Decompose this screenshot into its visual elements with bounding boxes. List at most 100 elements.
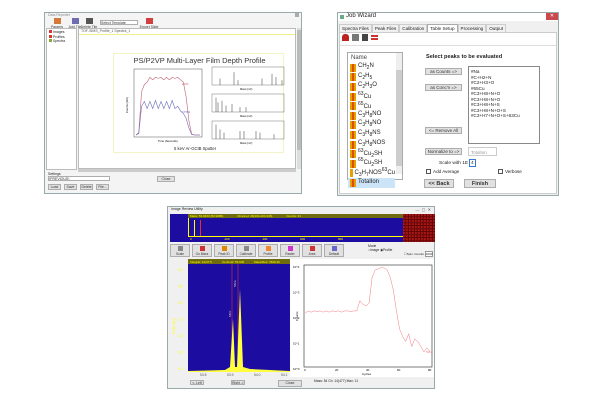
remove-all-button[interactable]: <= Remove All [425,127,462,134]
peak-icon [350,92,356,101]
profile-line [304,267,431,353]
scale-field[interactable]: 4 [469,159,476,167]
window-title: Image Review Utility [171,207,203,211]
overview-marker[interactable] [200,220,201,236]
close-button[interactable]: Close [157,176,175,182]
sort-icon[interactable] [371,35,378,40]
settings-select[interactable]: (PREVIOUS) [48,176,110,181]
x-tick: 0 [190,237,192,241]
eraser-icon[interactable] [342,34,349,41]
y-axis-label: Counts (x10) [125,97,129,113]
finish-button[interactable]: Finish [464,179,496,188]
toolbar-calibrate-button[interactable]: Calibrate [236,244,256,257]
peak-label: 54Fe [233,280,237,287]
close-button[interactable]: Close [278,380,302,387]
tree-item-spectra[interactable]: Spectra [49,39,74,43]
peak-icon [350,82,356,91]
as-counts-button[interactable]: as Counts => [425,68,462,75]
x-tick: 600 [300,237,306,241]
normalize-field[interactable]: TotalIon [468,147,497,156]
list-item[interactable]: C2H3OC2H3O [348,82,395,92]
x-tick: 60 [397,368,401,372]
peak-icon [350,140,356,149]
mode-radio-profile[interactable]: ◉Profile [380,248,392,252]
tab-output[interactable]: Output [486,24,507,32]
template-select[interactable]: Select Template [100,20,138,25]
y-tick: 1.0 [178,334,183,338]
spectrum-chart[interactable]: Integral: 14(477) Centroid: 53.936 Mass/Re… [170,259,290,377]
file-button[interactable]: File... [96,184,109,190]
verbose-checkbox[interactable]: Verbose [498,169,522,174]
selected-peaks-box[interactable]: #Na #C+H2+N #C2+H3+O #65Cu #C3+H8+N+O #C3+H8+… [468,66,540,144]
x-axis-label: Cycles [362,372,372,376]
overview-peak [194,220,195,236]
toolbar-icon [243,246,249,251]
add-average-checkbox[interactable]: Add Average [426,169,459,174]
image-review-window: Image Review Utility — ▢ ✕ Mass: 53.9463… [167,206,435,389]
series-line-blue [135,99,200,136]
toolbar-raster-button[interactable]: Raster [280,244,300,257]
scrollbar-horizontal[interactable] [78,169,296,172]
mini-frame [211,93,285,113]
toolbar-default-button[interactable]: Default [324,244,344,257]
close-icon[interactable] [295,13,299,17]
tab-table-setup[interactable]: Table Setup [427,24,458,32]
right-button[interactable]: Right -> [231,380,245,385]
x-tick: 53.9 [227,373,234,377]
list-header[interactable]: Name [348,53,402,63]
peak-list[interactable]: Name CH2NCH2NC2H5C2H5C2H3OC2H3O63Cu63Cu6… [347,52,403,188]
toolbar-peak-id-button[interactable]: Peak ID [214,244,234,257]
peak-icon [350,73,356,82]
normalize-button[interactable]: Normalize to => [425,148,462,155]
spectrum-status-text: Integral: 14(477) [190,260,212,264]
mode-radio-image[interactable]: ○Image [368,248,379,252]
spectrum-status-text: Mass/Res: 7609.46 [254,260,280,264]
window-controls[interactable]: — ▢ ✕ [415,207,431,212]
spin-counts[interactable]: ☐Spin. Counts 1000 [404,251,434,257]
load-button[interactable]: Load [48,184,61,190]
toolbar-icon [309,246,315,251]
left-button[interactable]: <- Left [190,380,204,385]
y-axis-label: Pixels (E4) [172,318,176,334]
close-button[interactable]: ✕ [546,13,558,20]
toolbar-scale-button[interactable]: Scale [170,244,190,257]
tab-label[interactable]: TOF-SIMS_Profile_1 Spectra_1 [81,29,130,33]
list-item[interactable]: 63Cu63Cu [348,91,395,102]
selected-peak[interactable]: #C3+H7+N+O+S+63Cu [471,113,537,119]
peak-icon [350,150,356,159]
tab-bar: Spectra Files Peak Files Calibration Tab… [339,24,507,32]
toolbar-icon [265,246,271,251]
as-concn-button[interactable]: as Conc'n => [425,84,462,91]
tree-item-images[interactable]: Images [49,30,74,34]
x-tick: 400 [262,237,268,241]
x-tick: 800 [337,237,343,241]
y-tick: 10^0 [293,367,300,371]
list-item-text: TotalIon [358,179,380,186]
tab-processing[interactable]: Processing [457,24,487,32]
x-tick: 54.1 [281,373,288,377]
list-scrollbar[interactable] [396,53,402,174]
copy-icon[interactable] [352,34,359,41]
y-tick: 2.5 [178,285,183,289]
back-button[interactable]: << Back [424,179,454,188]
save-button[interactable]: Save [64,184,77,190]
trash-icon[interactable] [362,34,368,41]
toolbar-area-button[interactable]: Area [302,244,322,257]
figure-caption: 5 keV Ar-GCIB Sputter [174,146,217,151]
tab-calibration[interactable]: Calibration [399,24,428,32]
y-axis-label: Counts [295,311,299,321]
y-tick: 0.5 [178,351,183,355]
x-tick: 20 [335,368,339,372]
toolbar-profile-button[interactable]: Profile [258,244,278,257]
scrollbar-vertical[interactable] [297,28,301,169]
toolbar-go-mass-button[interactable]: Go Mass [192,244,212,257]
ion-image[interactable] [403,214,435,242]
tab-spectra-files[interactable]: Spectra Files [339,24,372,32]
plot-frame [133,68,203,138]
delete-button[interactable]: Delete [80,184,93,190]
toolbar [342,34,378,41]
y-tick: 10^1 [293,342,300,346]
toolbar-icon [331,246,337,251]
tab-peak-files[interactable]: Peak Files [371,24,400,32]
list-item[interactable]: C3H7NOS63CuC3H7NOS63Cu [348,167,395,178]
